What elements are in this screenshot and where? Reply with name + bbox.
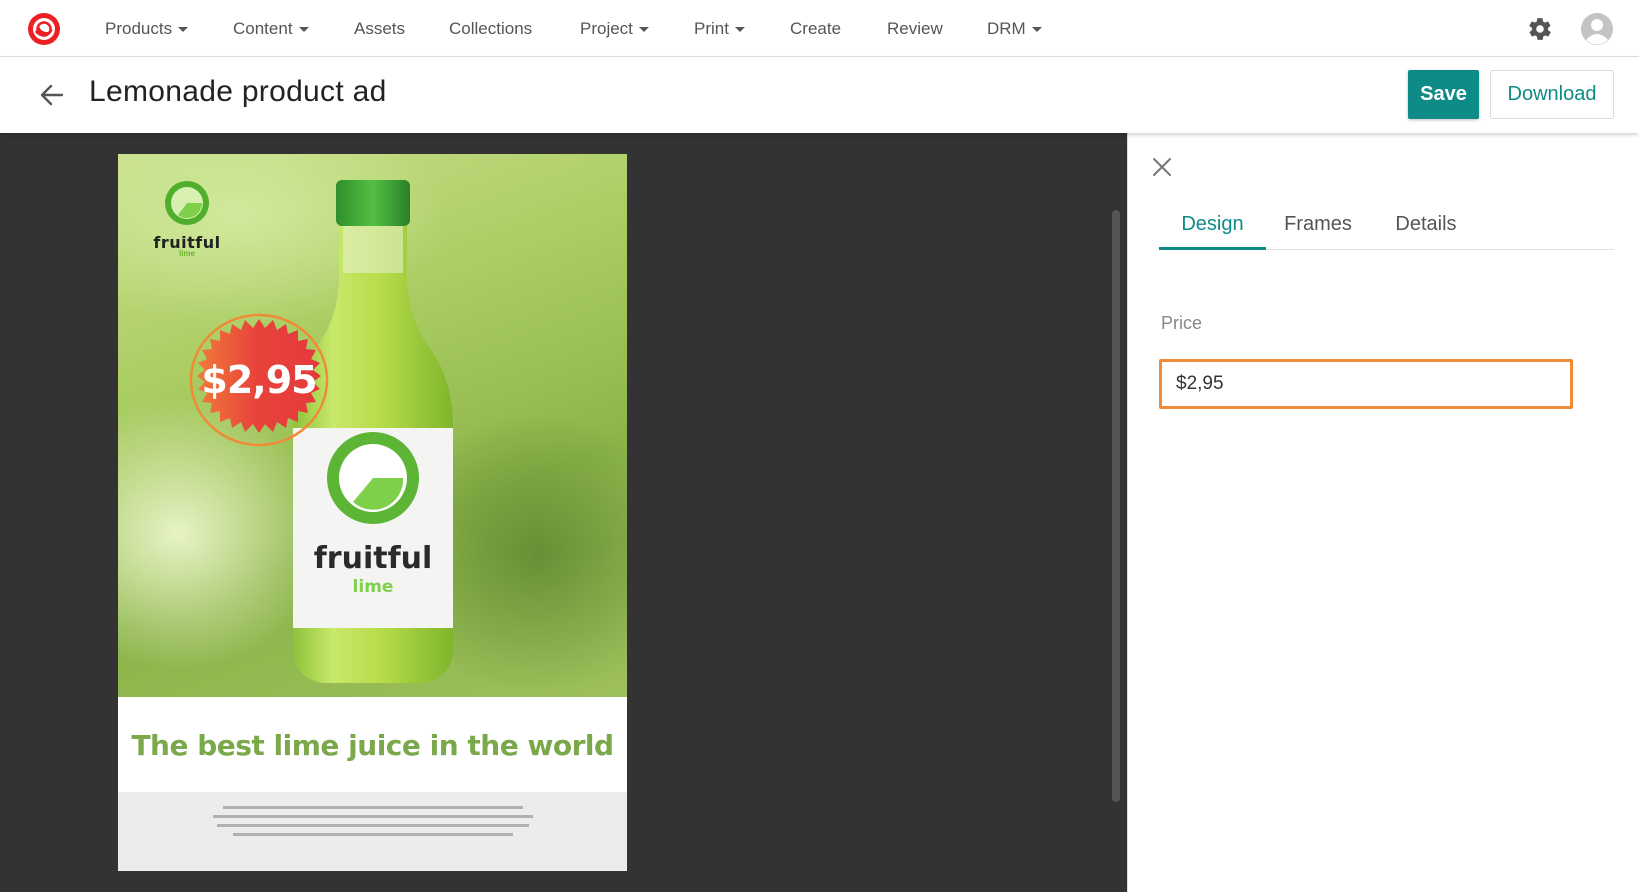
tab-details[interactable]: Details [1381,205,1471,250]
nav-label: DRM [987,19,1026,38]
nav-label: Content [233,19,293,38]
gear-icon[interactable] [1527,16,1553,42]
nav-review[interactable]: Review [887,0,943,57]
nav-label: Assets [354,19,406,38]
download-button[interactable]: Download [1490,70,1614,119]
price-field-label: Price [1161,313,1203,333]
nav-print[interactable]: Print [694,0,745,57]
nav-project[interactable]: Project [580,0,649,57]
nav-label: Review [887,19,943,38]
tab-design[interactable]: Design [1159,205,1266,250]
arrow-left-icon[interactable] [38,81,66,109]
nav-label: Create [790,19,842,38]
price-input[interactable] [1159,359,1573,409]
brand-logo: fruitful lime [152,180,222,258]
chevron-down-icon [1031,27,1042,33]
canvas-scrollbar[interactable] [1112,210,1120,802]
page-title: Lemonade product ad [89,75,387,108]
save-button[interactable]: Save [1408,70,1479,119]
user-avatar-icon[interactable] [1580,12,1614,46]
poster-tagline: The best lime juice in the world [118,697,627,792]
chevron-down-icon [298,27,309,33]
price-text: $2,95 [201,358,317,402]
nav-label: Print [694,19,729,38]
placeholder-text-lines [212,806,533,836]
nav-assets[interactable]: Assets [354,0,405,57]
nav-label: Project [580,19,633,38]
nav-label: Collections [449,19,533,38]
nav-drm[interactable]: DRM [987,0,1042,57]
page-header: Lemonade product ad Save Download [0,57,1639,133]
nav-products[interactable]: Products [105,0,189,57]
bottle-sub-text: lime [353,577,394,597]
bottle-brand-text: fruitful [314,541,433,576]
nav-label: Products [105,19,173,38]
design-canvas[interactable]: fruitful lime fruitful lime $2,95 The be… [0,133,1127,892]
nav-collections[interactable]: Collections [449,0,532,57]
tab-frames[interactable]: Frames [1273,205,1363,250]
chevron-down-icon [178,27,189,33]
lime-logo-icon [165,181,209,225]
nav-content[interactable]: Content [233,0,309,57]
poster-preview[interactable]: fruitful lime fruitful lime $2,95 The be… [118,154,627,871]
properties-panel: Design Frames Details Price [1127,133,1639,892]
chevron-down-icon [638,27,649,33]
close-icon[interactable] [1150,155,1174,179]
panel-tabs: Design Frames Details [1159,205,1614,250]
nav-create[interactable]: Create [790,0,841,57]
poster-photo: fruitful lime fruitful lime $2,95 [118,154,627,697]
sitecore-logo-icon[interactable] [27,12,61,46]
chevron-down-icon [734,27,745,33]
poster-body-text [118,792,627,871]
top-navigation: Products Content Assets Collections Proj… [0,0,1639,57]
